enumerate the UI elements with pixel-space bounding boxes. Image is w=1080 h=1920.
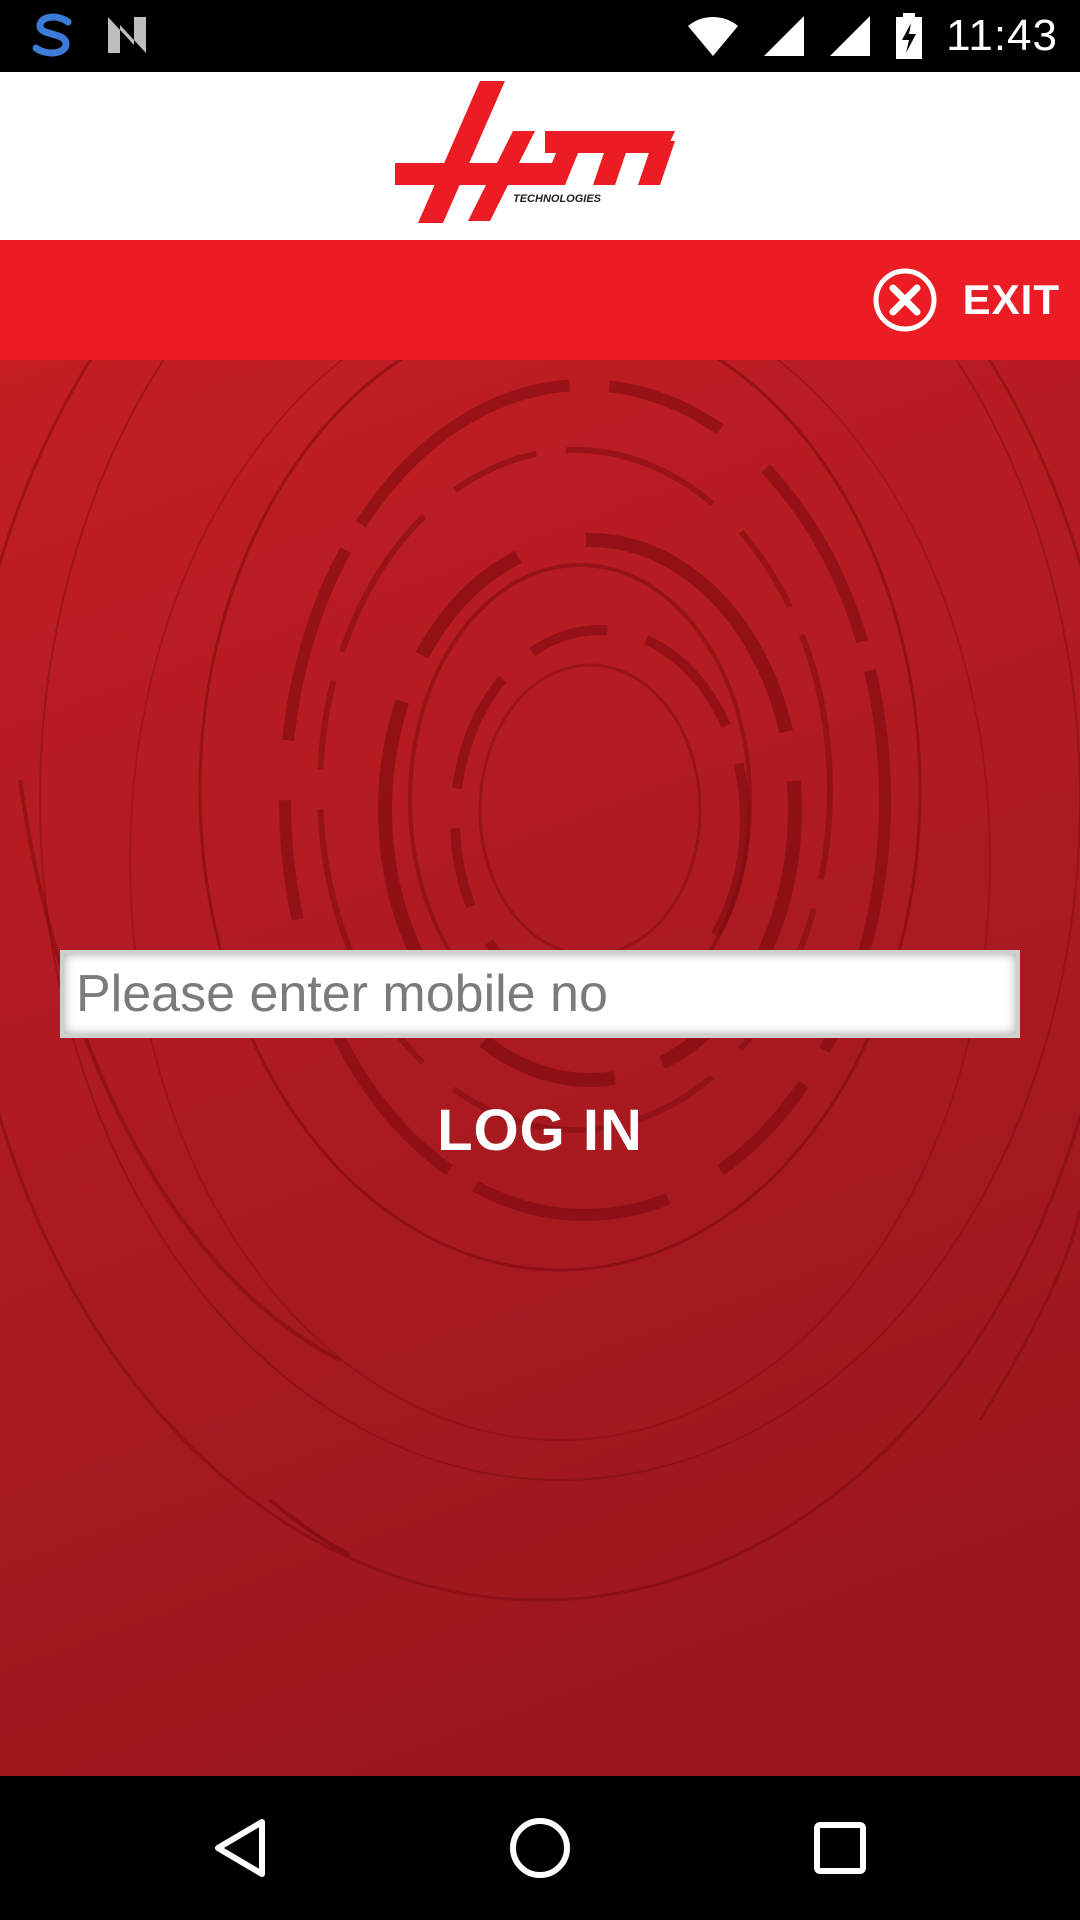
login-button[interactable]: LOG IN	[390, 1090, 690, 1170]
exit-label: EXIT	[962, 276, 1060, 323]
status-bar: 11:43	[0, 0, 1080, 72]
exit-button[interactable]: EXIT	[871, 266, 1060, 334]
s-app-icon	[32, 13, 72, 57]
home-button[interactable]	[490, 1806, 590, 1890]
battery-charging-icon	[896, 13, 923, 59]
home-icon	[510, 1818, 570, 1878]
n-app-icon	[108, 17, 146, 53]
background-rings	[0, 360, 1080, 1602]
signal-icon-2	[830, 16, 871, 56]
logo-subtext: TECHNOLOGIES	[513, 193, 602, 205]
back-button[interactable]	[190, 1806, 290, 1890]
recents-icon	[814, 1822, 866, 1874]
mobile-number-input[interactable]	[60, 950, 1020, 1038]
lym-logo: TECHNOLOGIES	[395, 81, 675, 223]
back-icon	[215, 1819, 265, 1877]
toolbar: EXIT	[0, 240, 1080, 360]
nav-bar	[0, 1776, 1080, 1920]
login-screen: LOG IN	[0, 360, 1080, 1776]
status-time: 11:43	[946, 11, 1058, 60]
wifi-icon	[688, 17, 739, 56]
signal-icon	[764, 16, 805, 56]
close-circle-icon	[873, 268, 937, 332]
recents-button[interactable]	[790, 1806, 890, 1890]
app-header: TECHNOLOGIES	[0, 72, 1080, 240]
